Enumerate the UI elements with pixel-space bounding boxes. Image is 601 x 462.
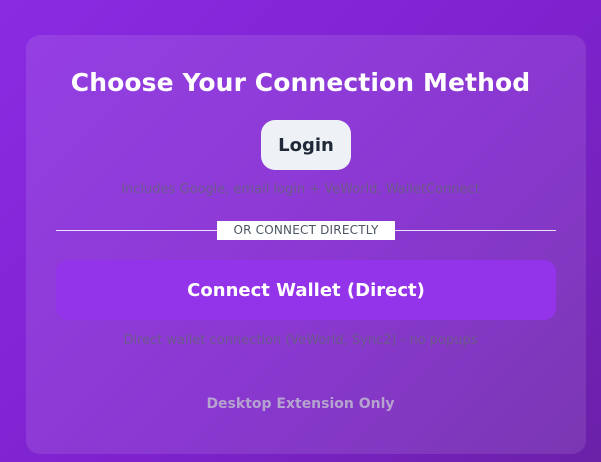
connection-card: [26, 35, 586, 454]
desktop-note: Desktop Extension Only: [206, 396, 395, 412]
connect-hint: Direct wallet connection (VeWorld, Sync2…: [123, 333, 478, 348]
connect-wallet-button[interactable]: Connect Wallet (Direct): [56, 260, 556, 320]
page-title: Choose Your Connection Method: [70, 68, 531, 97]
divider-label: OR CONNECT DIRECTLY: [217, 221, 395, 240]
login-button[interactable]: Login: [261, 120, 351, 170]
login-hint: Includes Google, email login + VeWorld, …: [121, 182, 480, 197]
